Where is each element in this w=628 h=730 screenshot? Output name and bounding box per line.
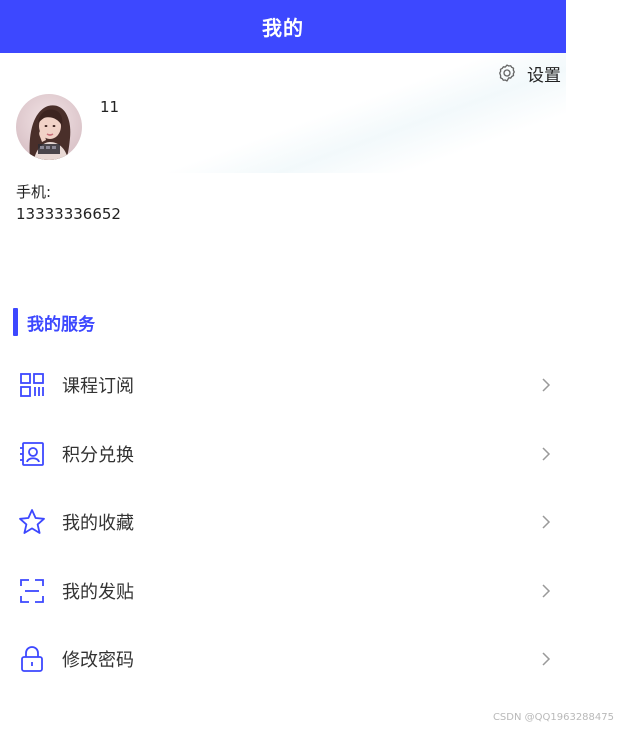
menu-item-label: 积分兑换 [62,445,134,466]
avatar[interactable] [16,94,82,160]
scan-frame-icon [17,576,47,606]
star-icon [17,507,47,537]
chevron-right-icon [540,651,552,667]
profile-card-icon [17,439,47,469]
username: 11 [100,98,120,116]
menu-item-label: 我的收藏 [62,513,134,534]
services-section-header: 我的服务 [13,308,95,336]
profile-page: 我的 设置 11 手机: 13333336652 我的服务 课程订阅 积分兑换 … [0,0,628,730]
menu-item-points-exchange[interactable]: 积分兑换 [0,428,566,480]
menu-item-my-posts[interactable]: 我的发贴 [0,565,566,617]
phone-label: 手机: [16,183,52,201]
menu-item-course-subscription[interactable]: 课程订阅 [0,359,566,411]
settings-button[interactable]: 设置 [497,61,561,86]
chevron-right-icon [540,377,552,393]
chevron-right-icon [540,446,552,462]
services-section-title: 我的服务 [27,314,95,335]
settings-label: 设置 [527,65,561,86]
menu-item-label: 修改密码 [62,650,134,671]
lock-icon [17,644,47,674]
avatar-photo [16,94,82,160]
gear-icon [499,64,515,82]
menu-item-label: 课程订阅 [62,376,134,397]
watermark: CSDN @QQ1963288475 [492,712,614,723]
menu-item-favorites[interactable]: 我的收藏 [0,496,566,548]
menu-item-label: 我的发贴 [62,582,134,603]
chevron-right-icon [540,514,552,530]
menu-item-change-password[interactable]: 修改密码 [0,633,566,685]
section-accent-bar [13,308,18,336]
phone-number: 13333336652 [16,205,121,223]
top-navigation-bar: 我的 [0,0,566,53]
profile-background [0,53,566,173]
grid-icon [17,370,47,400]
page-title: 我的 [262,16,304,40]
chevron-right-icon [540,583,552,599]
